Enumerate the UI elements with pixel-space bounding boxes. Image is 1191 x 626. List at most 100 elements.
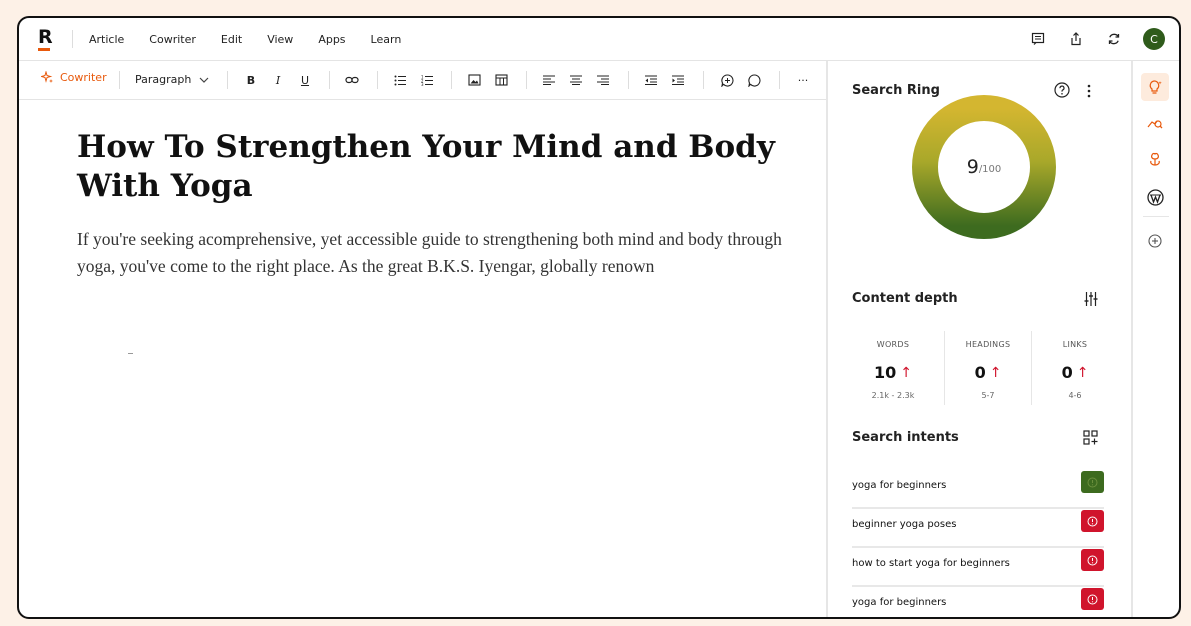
seo-panel: Search Ring 9 /100 Content depth WORDS 1… [828,61,1131,617]
arrow-up-icon: ↑ [1076,364,1089,381]
intent-status-badge[interactable] [1081,471,1104,493]
indent-icon[interactable] [670,72,686,88]
more-options-icon[interactable]: ··· [795,72,811,88]
metric-words: WORDS 10 ↑ 2.1k - 2.3k [850,331,936,400]
top-menu-bar: R Article Cowriter Edit View Apps Learn … [19,18,1179,61]
text-cursor [128,353,133,354]
sync-icon[interactable] [1105,30,1123,48]
chart-search-icon[interactable] [1141,109,1169,137]
divider [703,71,704,89]
comment-icon[interactable] [746,72,762,88]
brain-icon[interactable] [1141,145,1169,173]
link-icon[interactable] [344,72,360,88]
align-right-icon[interactable] [595,72,611,88]
align-center-icon[interactable] [568,72,584,88]
align-left-icon[interactable] [541,72,557,88]
intent-text: yoga for beginners [852,480,947,491]
intent-item[interactable]: yoga for beginners [852,471,1104,509]
info-icon [1087,477,1098,487]
svg-text:3: 3 [421,82,424,86]
menu-view[interactable]: View [267,33,293,46]
user-avatar[interactable]: C [1143,28,1165,50]
metric-range: 4-6 [1068,391,1082,400]
top-actions: C [1009,18,1165,60]
add-icon[interactable] [1141,227,1169,255]
intent-item[interactable]: yoga for beginners [852,588,1104,617]
alert-icon [1087,516,1098,526]
intent-status-badge[interactable] [1081,588,1104,610]
app-logo[interactable]: R [38,28,53,51]
divider [779,71,780,89]
formatting-toolbar: Cowriter Paragraph B I U 123 ··· [19,61,826,100]
divider [119,71,120,89]
menu-learn[interactable]: Learn [371,33,402,46]
arrow-up-icon: ↑ [900,364,912,381]
divider [526,71,527,89]
add-widget-icon[interactable] [1083,430,1098,449]
score-max: /100 [978,164,1002,175]
search-ring-score: 9 /100 [912,95,1056,239]
divider [377,71,378,89]
metric-range: 5-7 [981,391,995,400]
metric-range: 2.1k - 2.3k [871,391,915,400]
metric-headings: HEADINGS 0 ↑ 5-7 [945,331,1031,400]
intent-text: how to start yoga for beginners [852,558,1010,569]
divider [227,71,228,89]
settings-sliders-icon[interactable] [1084,291,1098,311]
metric-label: WORDS [876,340,910,349]
document-title[interactable]: How To Strengthen Your Mind and Body Wit… [77,128,777,206]
menu-cowriter[interactable]: Cowriter [149,33,196,46]
metric-label: HEADINGS [965,340,1011,349]
divider [628,71,629,89]
document-body[interactable]: If you're seeking acomprehensive, yet ac… [77,226,797,280]
kebab-menu-icon[interactable] [1086,83,1092,102]
main-menu: Article Cowriter Edit View Apps Learn [89,18,426,60]
menu-apps[interactable]: Apps [318,33,345,46]
divider [72,30,73,48]
numbered-list-icon[interactable]: 123 [419,72,435,88]
bullet-list-icon[interactable] [392,72,408,88]
menu-article[interactable]: Article [89,33,124,46]
search-ring-gauge: 9 /100 [912,95,1056,239]
divider [329,71,330,89]
wordpress-icon[interactable] [1141,183,1169,211]
metric-value: 0 ↑ [1061,363,1089,382]
app-window: R Article Cowriter Edit View Apps Learn … [17,16,1181,619]
metric-value: 10 ↑ [874,363,912,382]
sparkle-icon [41,71,53,83]
search-intents-title: Search intents [852,430,959,445]
intent-item[interactable]: how to start yoga for beginners [852,549,1104,587]
table-icon[interactable] [493,72,509,88]
block-type-label: Paragraph [135,73,192,86]
intent-item[interactable]: beginner yoga poses [852,510,1104,548]
content-depth-metrics: WORDS 10 ↑ 2.1k - 2.3k HEADINGS 0 ↑ 5-7 LI… [850,331,1108,411]
intent-text: yoga for beginners [852,597,947,608]
metric-label: LINKS [1062,340,1088,349]
share-icon[interactable] [1067,30,1085,48]
score-value: 9 [966,156,979,178]
help-icon[interactable] [1054,82,1070,102]
cowriter-label: Cowriter [60,71,107,84]
arrow-up-icon: ↑ [989,364,1002,381]
bold-button[interactable]: B [243,72,259,88]
search-intents-list: yoga for beginners beginner yoga poses h… [852,471,1104,617]
menu-edit[interactable]: Edit [221,33,242,46]
intent-status-badge[interactable] [1081,549,1104,571]
document-editor[interactable]: How To Strengthen Your Mind and Body Wit… [19,100,826,617]
alert-icon [1087,594,1098,604]
image-icon[interactable] [466,72,482,88]
content-depth-title: Content depth [852,291,958,306]
comments-icon[interactable] [1029,30,1047,48]
alert-icon [1087,555,1098,565]
divider [1143,216,1169,217]
cowriter-button[interactable]: Cowriter [41,71,107,84]
intent-status-badge[interactable] [1081,510,1104,532]
metric-value: 0 ↑ [974,363,1002,382]
add-comment-icon[interactable] [719,72,735,88]
lightbulb-icon[interactable] [1141,73,1169,101]
underline-button[interactable]: U [297,72,313,88]
outdent-icon[interactable] [643,72,659,88]
divider [451,71,452,89]
block-type-select[interactable]: Paragraph [135,73,209,86]
italic-button[interactable]: I [270,72,286,88]
